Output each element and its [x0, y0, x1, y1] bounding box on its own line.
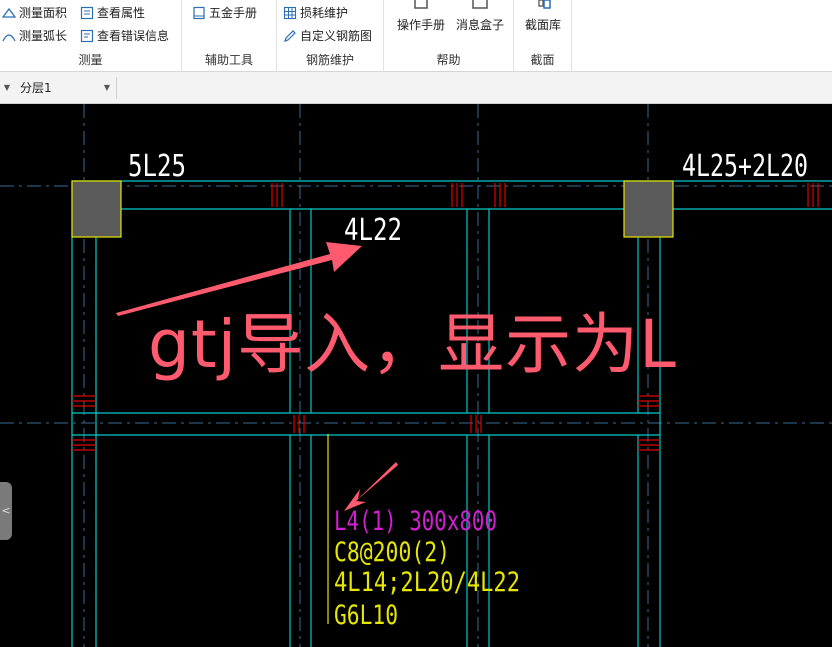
beam-side-rebar-label: G6L10 [334, 600, 398, 631]
operation-manual-button[interactable]: 操作手册 [396, 0, 446, 32]
measure-arc-button[interactable]: 测量弧长 [2, 27, 67, 44]
mid-rebar-label: 4L22 [344, 213, 402, 248]
book-icon [192, 6, 206, 20]
custom-rebar-drawing-label: 自定义钢筋图 [300, 29, 373, 43]
arrow-icon [116, 242, 362, 316]
group-section: 截面库 截面 [514, 0, 572, 72]
section-library-label: 截面库 [524, 18, 561, 32]
message-box-label: 消息盒子 [455, 18, 504, 32]
side-panel-toggle[interactable]: < [0, 482, 12, 540]
group-aux-tools-label: 辅助工具 [204, 53, 253, 67]
column[interactable] [623, 180, 674, 238]
section-library-icon [520, 0, 566, 12]
layer-toolbar: ▼ 分层1 ▼ [0, 72, 832, 104]
pencil-icon [283, 29, 297, 43]
measure-area-label: 测量面积 [19, 6, 68, 20]
group-measure: 测量面积 测量弧长 查看属性 查看错误信息 测量 [0, 0, 182, 72]
chevron-left-icon: < [1, 504, 11, 517]
group-aux-tools: 五金手册 辅助工具 [182, 0, 277, 72]
error-list-icon [80, 29, 94, 43]
measure-arc-label: 测量弧长 [19, 29, 68, 43]
beam-name-label: L4(1) 300x800 [334, 506, 497, 537]
hardware-manual-label: 五金手册 [209, 6, 258, 20]
properties-icon [80, 6, 94, 20]
layer-select-value: 分层1 [20, 81, 52, 95]
measure-arc-icon [2, 29, 16, 43]
view-errors-label: 查看错误信息 [97, 29, 170, 43]
group-help-label: 帮助 [436, 53, 461, 67]
beam-stirrup-label: C8@200(2) [334, 537, 450, 568]
group-rebar-maintenance-label: 钢筋维护 [305, 53, 354, 67]
view-properties-label: 查看属性 [97, 6, 146, 20]
caret-down-icon: ▼ [103, 83, 110, 92]
beam-main-rebar-label: 4L14;2L20/4L22 [334, 567, 520, 598]
floor-dropdown[interactable]: ▼ [0, 78, 14, 98]
group-rebar-maintenance: 损耗维护 自定义钢筋图 钢筋维护 [277, 0, 384, 72]
annotation-overlay-text: gtj导入，显示为L [148, 306, 677, 383]
loss-maintenance-label: 损耗维护 [300, 6, 349, 20]
cad-labels: 5L25 4L25+2L20 4L22 L4(1) 300x800 C8@200… [128, 149, 808, 631]
operation-manual-label: 操作手册 [396, 18, 445, 32]
grid-table-icon [283, 6, 297, 20]
manual-icon [396, 0, 446, 12]
measure-area-button[interactable]: 测量面积 [2, 4, 67, 21]
top-right-rebar-label: 4L25+2L20 [682, 149, 808, 184]
hardware-manual-button[interactable]: 五金手册 [192, 4, 257, 21]
view-properties-button[interactable]: 查看属性 [80, 4, 145, 21]
message-box-button[interactable]: 消息盒子 [454, 0, 506, 32]
group-section-label: 截面 [530, 53, 555, 67]
column[interactable] [71, 180, 122, 238]
custom-rebar-drawing-button[interactable]: 自定义钢筋图 [283, 27, 372, 44]
group-help: 操作手册 消息盒子 帮助 [384, 0, 514, 72]
view-errors-button[interactable]: 查看错误信息 [80, 27, 169, 44]
group-measure-label: 测量 [78, 53, 103, 67]
layer-select[interactable]: 分层1 ▼ [14, 77, 117, 99]
ribbon-toolbar: 测量面积 测量弧长 查看属性 查看错误信息 测量 五金手册 辅助工具 损耗维护 [0, 0, 832, 72]
message-box-icon [454, 0, 506, 12]
section-library-button[interactable]: 截面库 [520, 0, 566, 32]
top-left-rebar-label: 5L25 [128, 149, 186, 184]
caret-down-icon: ▼ [3, 83, 11, 92]
loss-maintenance-button[interactable]: 损耗维护 [283, 4, 348, 21]
arrow-icon [344, 462, 398, 511]
measure-area-icon [2, 6, 16, 20]
